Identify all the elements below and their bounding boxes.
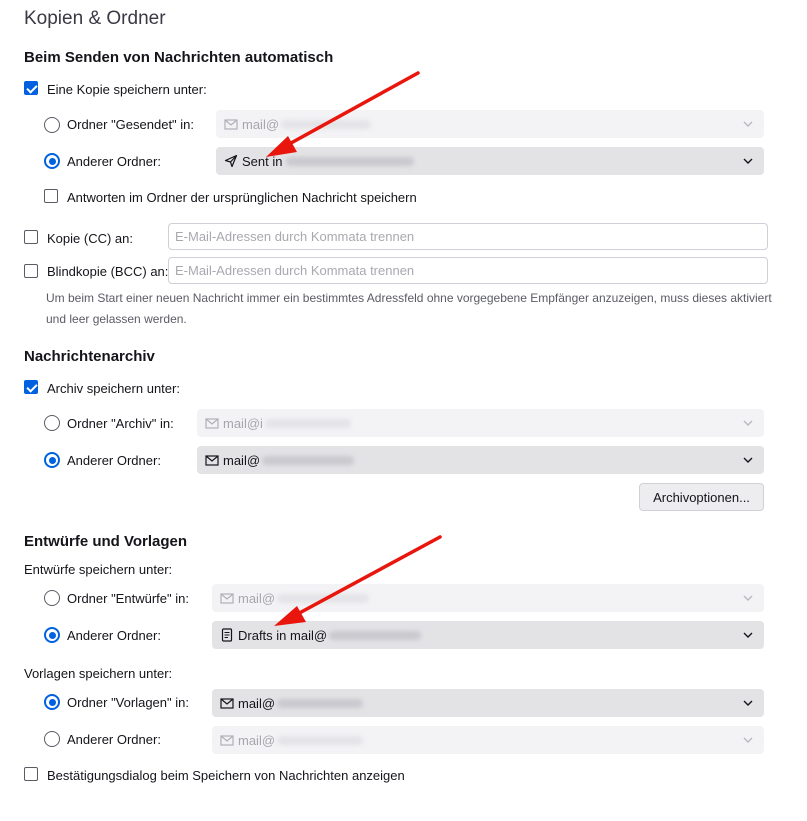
send-icon	[224, 154, 238, 168]
templates-folder-label: Ordner "Vorlagen" in:	[67, 695, 189, 710]
redacted-text	[277, 735, 364, 745]
reply-in-folder-label: Antworten im Ordner der ursprünglichen N…	[67, 190, 417, 205]
redacted-text	[281, 119, 372, 129]
save-copy-label: Eine Kopie speichern unter:	[47, 82, 207, 97]
redacted-text	[277, 593, 370, 603]
templates-label: Vorlagen speichern unter:	[24, 666, 173, 681]
archive-folder-value: mail@i	[223, 415, 263, 431]
sent-folder-radio[interactable]	[44, 117, 60, 133]
annotation-arrow-drafts	[274, 535, 442, 626]
drafts-section-heading: Entwürfe und Vorlagen	[24, 533, 188, 550]
drafts-other-radio[interactable]	[44, 627, 60, 643]
archive-checkbox[interactable]	[24, 380, 38, 394]
chevron-down-icon	[743, 121, 753, 127]
bcc-input[interactable]	[168, 257, 768, 284]
redacted-text	[262, 455, 355, 465]
archive-folder-label: Ordner "Archiv" in:	[67, 416, 174, 431]
templates-other-label: Anderer Ordner:	[67, 732, 161, 747]
sent-folder-select[interactable]: mail@	[216, 110, 764, 138]
chevron-down-icon	[743, 700, 753, 706]
templates-folder-radio[interactable]	[44, 694, 60, 710]
drafts-folder-select[interactable]: mail@	[212, 584, 764, 612]
cc-checkbox[interactable]	[24, 230, 38, 244]
cc-label: Kopie (CC) an:	[47, 231, 133, 246]
chevron-down-icon	[743, 457, 753, 463]
mail-account-icon	[205, 418, 219, 429]
templates-other-radio[interactable]	[44, 731, 60, 747]
reply-in-folder-checkbox[interactable]	[44, 189, 58, 203]
redacted-text	[264, 418, 351, 428]
other-folder-radio[interactable]	[44, 153, 60, 169]
templates-folder-value: mail@	[238, 695, 276, 711]
mail-account-icon	[220, 735, 234, 746]
redacted-text	[277, 698, 364, 708]
archive-other-radio[interactable]	[44, 452, 60, 468]
cc-input[interactable]	[168, 223, 768, 250]
address-hint-text: Um beim Start einer neuen Nachricht imme…	[46, 291, 772, 326]
confirm-dialog-checkbox[interactable]	[24, 767, 38, 781]
sent-folder-value: mail@	[242, 116, 280, 132]
chevron-down-icon	[743, 595, 753, 601]
sent-other-folder-select[interactable]: Sent in	[216, 147, 764, 175]
bcc-label: Blindkopie (BCC) an:	[47, 264, 169, 279]
chevron-down-icon	[743, 158, 753, 164]
templates-folder-select[interactable]: mail@	[212, 689, 764, 717]
drafts-label: Entwürfe speichern unter:	[24, 562, 173, 577]
archive-other-label: Anderer Ordner:	[67, 453, 161, 468]
redacted-text	[286, 156, 415, 166]
templates-other-folder-select[interactable]: mail@	[212, 726, 764, 754]
save-copy-checkbox[interactable]	[24, 81, 38, 95]
confirm-dialog-label: Bestätigungsdialog beim Speichern von Na…	[47, 768, 405, 783]
drafts-folder-value: mail@	[238, 590, 276, 606]
archive-section-heading: Nachrichtenarchiv	[24, 348, 155, 365]
redacted-text	[329, 630, 422, 640]
drafts-other-folder-select[interactable]: Drafts in mail@	[212, 621, 764, 649]
archive-options-button[interactable]: Archivoptionen...	[639, 483, 764, 511]
bcc-checkbox[interactable]	[24, 264, 38, 278]
sent-folder-label: Ordner "Gesendet" in:	[67, 117, 195, 132]
chevron-down-icon	[743, 420, 753, 426]
send-section-heading: Beim Senden von Nachrichten automatisch	[24, 49, 334, 66]
sent-other-folder-value: Sent in	[242, 153, 283, 169]
page-title: Kopien & Ordner	[24, 8, 166, 29]
mail-account-icon	[205, 455, 219, 466]
drafts-other-folder-value: Drafts in mail@	[238, 627, 328, 643]
archive-other-folder-select[interactable]: mail@	[197, 446, 764, 474]
other-folder-label: Anderer Ordner:	[67, 154, 161, 169]
mail-account-icon	[220, 593, 234, 604]
archive-folder-radio[interactable]	[44, 415, 60, 431]
drafts-other-label: Anderer Ordner:	[67, 628, 161, 643]
archive-label: Archiv speichern unter:	[47, 381, 180, 396]
archive-other-folder-value: mail@	[223, 452, 261, 468]
drafts-folder-label: Ordner "Entwürfe" in:	[67, 591, 189, 606]
chevron-down-icon	[743, 737, 753, 743]
archive-folder-select[interactable]: mail@i	[197, 409, 764, 437]
drafts-icon	[221, 628, 233, 642]
chevron-down-icon	[743, 632, 753, 638]
templates-other-folder-value: mail@	[238, 732, 276, 748]
drafts-folder-radio[interactable]	[44, 590, 60, 606]
mail-account-icon	[220, 698, 234, 709]
mail-account-icon	[224, 119, 238, 130]
